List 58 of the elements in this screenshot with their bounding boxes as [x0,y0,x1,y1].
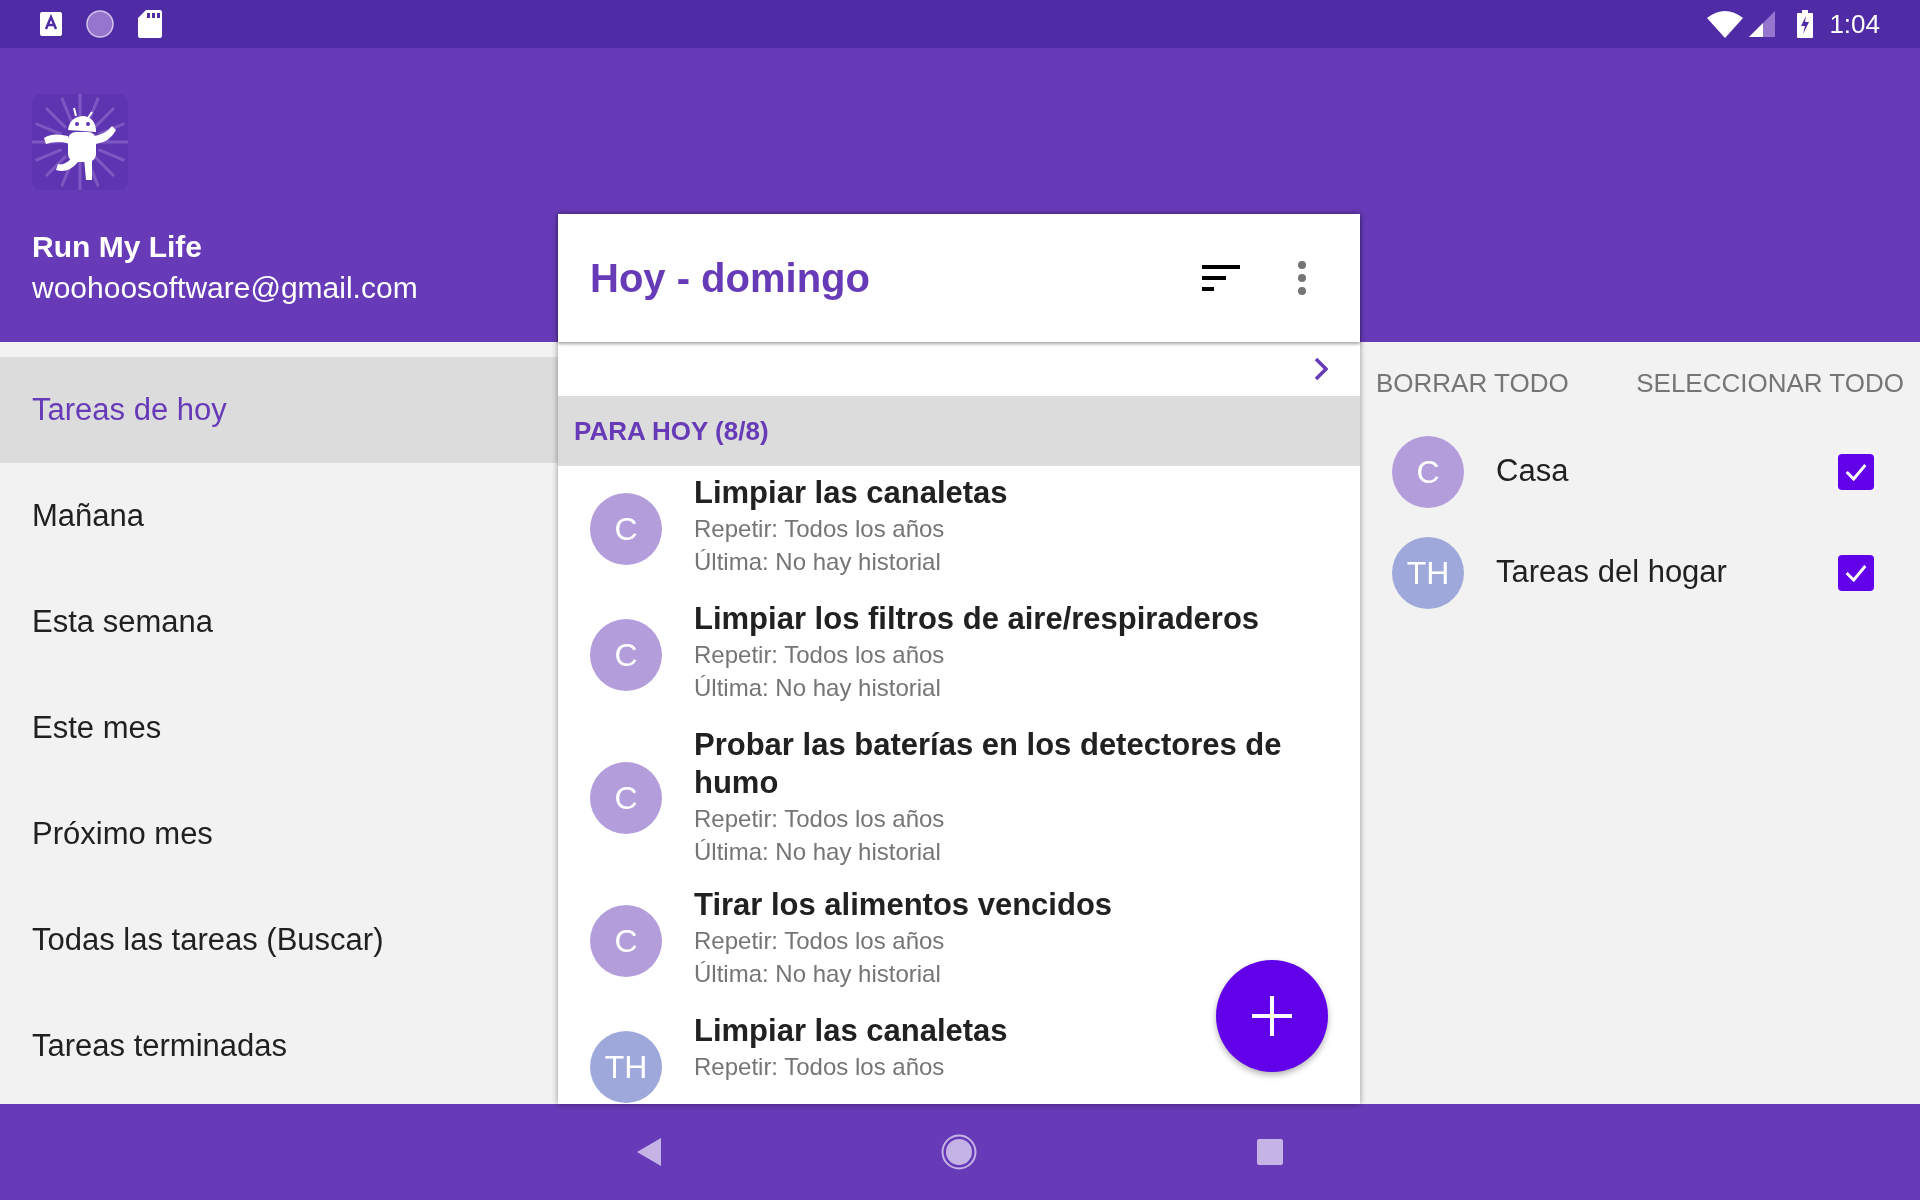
battery-charging-icon [1797,10,1814,38]
task-repeat: Repetir: Todos los años [694,804,946,834]
drawer-item[interactable]: Mañana [0,463,558,569]
task-row[interactable]: C Limpiar las canaletas Repetir: Todos los años Última: No hay historial [558,466,1360,592]
signal-icon [1749,11,1776,37]
category-checkbox[interactable] [1838,554,1874,591]
filter-action-button[interactable]: SELECCIONAR TODO [1636,360,1904,407]
category-name: Tareas del hogar [1496,553,1728,592]
task-title: Limpiar las canaletas [694,1012,1008,1050]
running-robot-logo-icon [32,94,128,190]
category-avatar: C [590,493,662,565]
sort-icon[interactable] [1202,265,1240,291]
task-title: Tirar los alimentos vencidos [694,886,1113,924]
task-row[interactable]: C Limpiar los filtros de aire/respiraderos Repetir: Todos los años Última: No hay historial [558,592,1360,718]
category-avatar: C [590,905,662,977]
task-repeat: Repetir: Todos los años [694,1052,946,1082]
section-title: PARA HOY (8/8) [574,414,769,448]
filter-action-button[interactable]: BORRAR TODO [1376,360,1569,407]
task-row[interactable]: C Tirar los alimentos vencidos Repetir: Todos los años Última: No hay historial [558,878,1360,1004]
drawer-item[interactable]: Este mes [0,675,558,781]
task-title: Probar las baterías en los detectores de humo [694,726,1283,802]
loading-circle-icon [86,10,114,38]
category-avatar: TH [1392,536,1464,609]
category-avatar: C [590,619,662,691]
page-title: Hoy - domingo [590,255,871,302]
account-email: woohoosoftware@gmail.com [32,270,419,306]
drawer-item[interactable]: Próximo mes [0,781,558,887]
back-icon[interactable] [637,1138,661,1166]
task-last-done: Última: No hay historial [694,959,942,989]
task-repeat: Repetir: Todos los años [694,640,946,670]
home-icon[interactable] [941,1134,977,1170]
clock-time: 1:04 [1829,7,1880,41]
task-title: Limpiar los filtros de aire/respiraderos [694,600,1260,638]
task-title: Limpiar las canaletas [694,474,1008,512]
chevron-right-icon[interactable] [1314,357,1328,381]
category-avatar: C [590,762,662,834]
task-last-done: Última: No hay historial [694,837,942,867]
task-repeat: Repetir: Todos los años [694,514,946,544]
category-avatar: C [1392,435,1464,508]
drawer-item[interactable]: Tareas de hoy [0,357,558,463]
task-row[interactable]: C Probar las baterías en los detectores de humo Repetir: Todos los años Última: No hay historial [558,718,1360,878]
drawer-item[interactable]: Tareas terminadas [0,993,558,1099]
add-task-button[interactable] [1216,960,1328,1072]
sd-card-icon [138,10,162,38]
font-notification-icon [40,12,62,36]
category-avatar: TH [590,1031,662,1103]
category-name: Casa [1496,452,1570,491]
category-checkbox[interactable] [1838,453,1874,490]
drawer-item[interactable]: Esta semana [0,569,558,675]
task-last-done: Última: No hay historial [694,673,942,703]
wifi-icon [1707,10,1744,38]
app-name: Run My Life [32,229,203,265]
task-row[interactable]: TH Limpiar las canaletas Repetir: Todos los años [558,1004,1360,1104]
drawer-item[interactable]: Todas las tareas (Buscar) [0,887,558,993]
more-options-icon[interactable] [1298,261,1306,295]
task-repeat: Repetir: Todos los años [694,926,946,956]
plus-icon [1252,996,1292,1036]
task-last-done: Última: No hay historial [694,547,942,577]
